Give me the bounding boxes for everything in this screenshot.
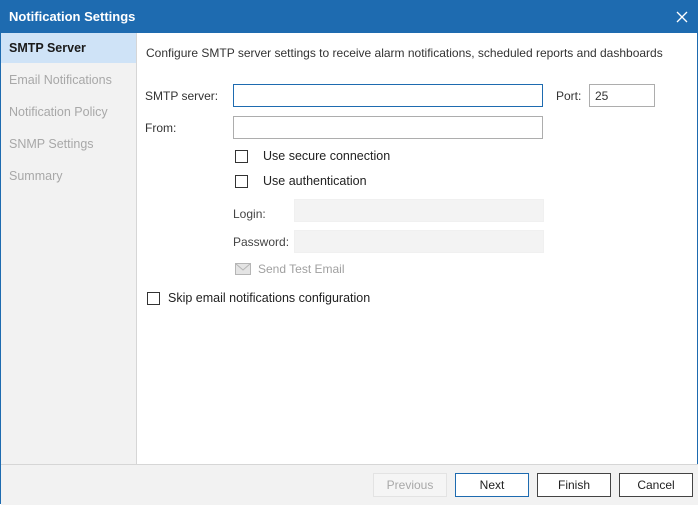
send-test-email-button[interactable]: Send Test Email xyxy=(235,262,345,276)
skip-email-label[interactable]: Skip email notifications configuration xyxy=(168,291,370,305)
previous-button[interactable]: Previous xyxy=(373,473,447,497)
login-label: Login: xyxy=(233,207,266,221)
send-test-email-label: Send Test Email xyxy=(258,262,345,276)
next-button[interactable]: Next xyxy=(455,473,529,497)
from-input[interactable] xyxy=(233,116,543,139)
from-label: From: xyxy=(145,121,177,135)
envelope-icon xyxy=(235,263,251,275)
close-button[interactable] xyxy=(665,1,698,33)
page-subtitle: Configure SMTP server settings to receiv… xyxy=(146,46,663,60)
smtp-server-label: SMTP server: xyxy=(145,89,219,103)
sidebar-item-notification-policy[interactable]: Notification Policy xyxy=(1,97,136,127)
dialog-footer: Previous Next Finish Cancel xyxy=(1,464,698,505)
title-bar: Notification Settings xyxy=(1,1,698,33)
sidebar-nav: SMTP Server Email Notifications Notifica… xyxy=(1,33,137,464)
skip-email-checkbox[interactable] xyxy=(147,292,160,305)
dialog-title: Notification Settings xyxy=(9,9,136,24)
cancel-button[interactable]: Cancel xyxy=(619,473,693,497)
use-authentication-checkbox[interactable] xyxy=(235,175,248,188)
use-authentication-label[interactable]: Use authentication xyxy=(263,174,367,188)
sidebar-item-summary[interactable]: Summary xyxy=(1,161,136,191)
sidebar-item-snmp-settings[interactable]: SNMP Settings xyxy=(1,129,136,159)
port-label: Port: xyxy=(556,89,582,103)
secure-connection-checkbox[interactable] xyxy=(235,150,248,163)
port-input[interactable] xyxy=(589,84,655,107)
password-label: Password: xyxy=(233,235,290,249)
finish-button[interactable]: Finish xyxy=(537,473,611,497)
close-icon xyxy=(676,11,688,23)
password-input[interactable] xyxy=(294,230,544,253)
login-input[interactable] xyxy=(294,199,544,222)
notification-settings-dialog: Notification Settings SMTP Server Email … xyxy=(0,0,698,505)
sidebar-item-email-notifications[interactable]: Email Notifications xyxy=(1,65,136,95)
secure-connection-label[interactable]: Use secure connection xyxy=(263,149,390,163)
smtp-settings-panel: Configure SMTP server settings to receiv… xyxy=(137,33,698,464)
sidebar-item-smtp-server[interactable]: SMTP Server xyxy=(1,33,136,63)
smtp-server-input[interactable] xyxy=(233,84,543,107)
